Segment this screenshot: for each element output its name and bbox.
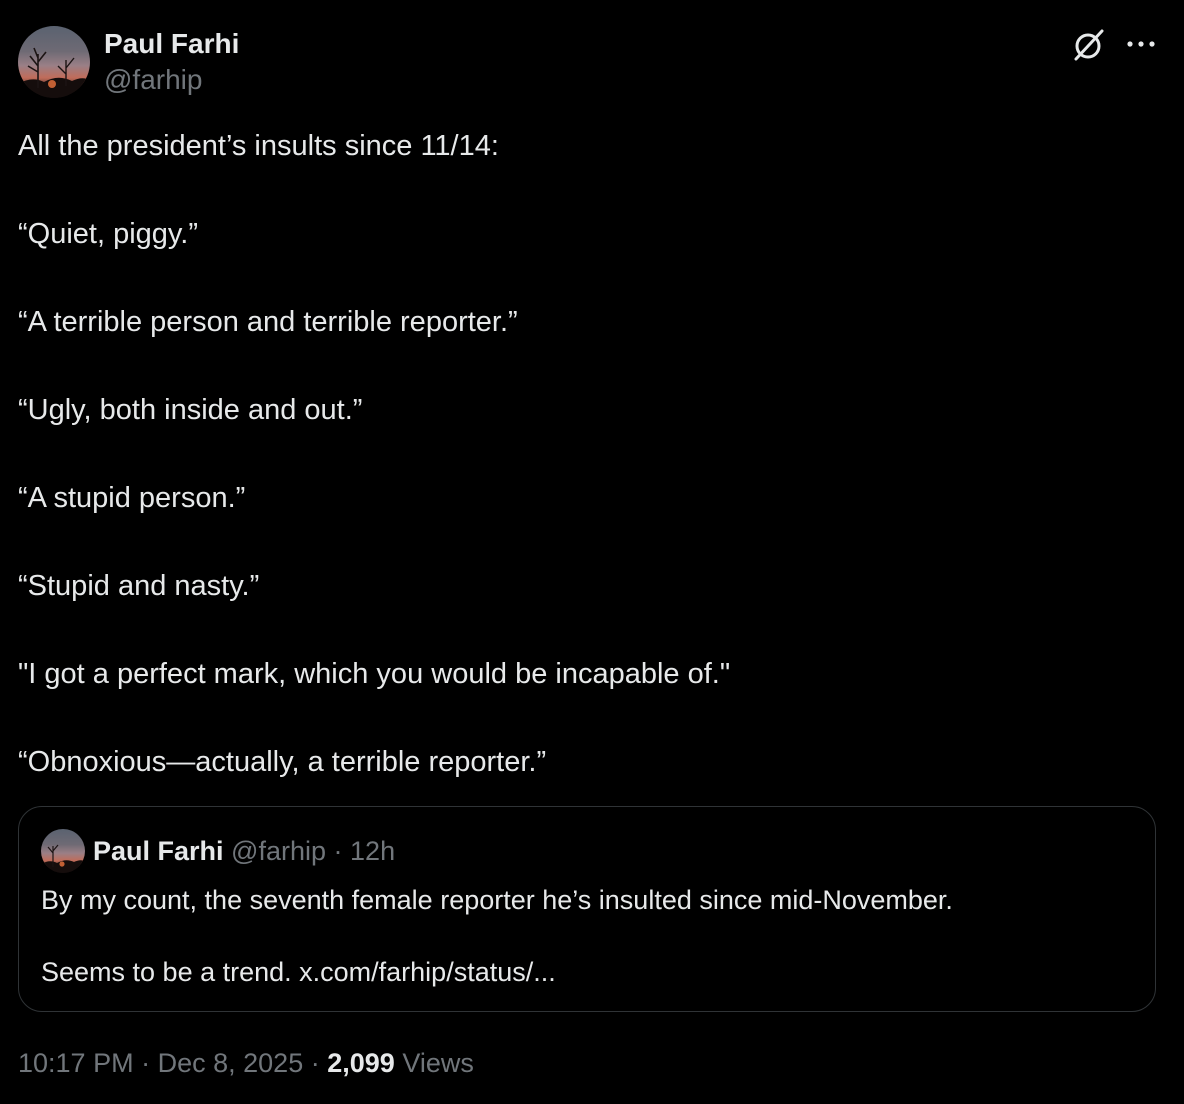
- quoted-author-name: Paul Farhi: [93, 836, 224, 866]
- grok-icon[interactable]: [1072, 28, 1106, 62]
- quoted-separator: ·: [333, 836, 343, 866]
- quoted-time: 12h: [350, 836, 396, 866]
- quoted-tweet[interactable]: Paul Farhi @farhip · 12h By my count, th…: [18, 806, 1156, 1012]
- quoted-text-line: By my count, the seventh female reporter…: [41, 885, 953, 915]
- meta-separator: ·: [141, 1048, 151, 1078]
- tweet-line: “A stupid person.”: [18, 482, 246, 514]
- quoted-author-handle: @farhip: [231, 836, 326, 866]
- tweet-line: "I got a perfect mark, which you would b…: [18, 658, 731, 690]
- meta-separator: ·: [310, 1048, 320, 1078]
- tweet: Paul Farhi @farhip All the president’s i…: [0, 0, 1184, 1104]
- quoted-header: Paul Farhi @farhip · 12h: [93, 835, 395, 867]
- tweet-meta: 10:17 PM · Dec 8, 2025 · 2,099 Views: [18, 1046, 474, 1080]
- tweet-time[interactable]: 10:17 PM: [18, 1048, 134, 1078]
- tweet-line: “Stupid and nasty.”: [18, 570, 260, 602]
- tweet-line: “Quiet, piggy.”: [18, 218, 198, 250]
- tweet-line: “A terrible person and terrible reporter…: [18, 306, 518, 338]
- author-handle[interactable]: @farhip: [104, 64, 202, 96]
- views-label: Views: [402, 1048, 474, 1078]
- quoted-text-line: Seems to be a trend. x.com/farhip/status…: [41, 957, 556, 987]
- tweet-date[interactable]: Dec 8, 2025: [158, 1048, 304, 1078]
- author-avatar[interactable]: [18, 26, 90, 98]
- tweet-line: All the president’s insults since 11/14:: [18, 130, 499, 162]
- more-icon[interactable]: [1124, 30, 1158, 58]
- author-name[interactable]: Paul Farhi: [104, 28, 239, 60]
- tweet-line: “Ugly, both inside and out.”: [18, 394, 363, 426]
- tweet-line: “Obnoxious—actually, a terrible reporter…: [18, 746, 547, 778]
- views-count: 2,099: [327, 1048, 395, 1078]
- quoted-author-avatar: [41, 829, 85, 873]
